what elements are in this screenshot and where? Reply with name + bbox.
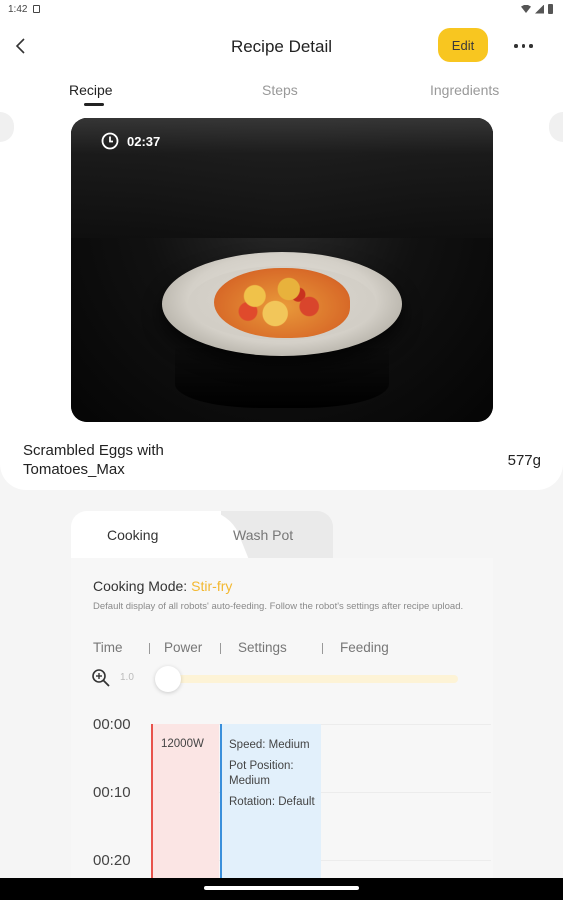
column-feeding: Feeding bbox=[340, 640, 389, 655]
tab-cooking[interactable]: Cooking bbox=[71, 511, 221, 559]
column-time: Time bbox=[93, 640, 123, 655]
active-tab-indicator bbox=[84, 103, 104, 106]
settings-segment[interactable]: Speed: Medium Pot Position: Medium Rotat… bbox=[220, 724, 321, 884]
status-time: 1:42 bbox=[8, 4, 28, 15]
timeline-label: 00:00 bbox=[93, 716, 131, 733]
recipe-weight: 577g bbox=[507, 452, 541, 469]
cooking-note: Default display of all robots' auto-feed… bbox=[93, 601, 464, 612]
status-bar: 1:42 bbox=[0, 0, 563, 20]
zoom-slider-track[interactable] bbox=[158, 675, 458, 683]
cooking-timeline: 12000W Speed: Medium Pot Position: Mediu… bbox=[71, 708, 493, 884]
zoom-slider-thumb[interactable] bbox=[155, 666, 181, 692]
mode-tabs: Wash Pot Cooking bbox=[71, 511, 333, 559]
food bbox=[214, 268, 350, 338]
pedestal bbox=[175, 348, 389, 408]
signal-icon bbox=[535, 4, 544, 14]
column-power: Power bbox=[164, 640, 203, 655]
duration-badge: 02:37 bbox=[101, 132, 160, 150]
column-headers: Time Power Settings Feeding bbox=[93, 640, 483, 658]
tab-recipe[interactable]: Recipe bbox=[69, 82, 113, 98]
setting-pot-position: Pot Position: Medium bbox=[229, 760, 294, 787]
zoom-value: 1.0 bbox=[120, 672, 134, 683]
tab-ingredients[interactable]: Ingredients bbox=[430, 82, 499, 98]
cooking-mode-value: Stir-fry bbox=[191, 578, 233, 594]
more-options-icon[interactable] bbox=[514, 44, 533, 48]
battery-icon bbox=[548, 4, 553, 14]
edit-button[interactable]: Edit bbox=[438, 28, 488, 62]
column-settings: Settings bbox=[238, 640, 287, 655]
clock-icon bbox=[101, 132, 119, 150]
app-header: Recipe Detail Edit bbox=[0, 20, 563, 72]
recipe-name: Scrambled Eggs with Tomatoes_Max bbox=[23, 442, 164, 478]
cooking-mode-row: Cooking Mode: Stir-fry bbox=[93, 578, 232, 594]
setting-speed: Speed: Medium bbox=[229, 739, 310, 751]
notification-icon bbox=[33, 5, 40, 13]
duration-text: 02:37 bbox=[127, 133, 161, 149]
power-segment[interactable]: 12000W bbox=[151, 724, 219, 884]
dish-plate bbox=[162, 252, 402, 356]
home-handle[interactable] bbox=[204, 886, 359, 890]
zoom-row: 1.0 bbox=[91, 666, 471, 692]
tab-wash-pot-label: Wash Pot bbox=[233, 527, 294, 543]
navigation-bar bbox=[0, 878, 563, 900]
cooking-panel: Cooking Mode: Stir-fry Default display of… bbox=[71, 558, 493, 884]
power-value: 12000W bbox=[161, 738, 204, 750]
setting-rotation: Rotation: Default bbox=[229, 796, 315, 808]
zoom-icon bbox=[92, 669, 110, 687]
tab-steps[interactable]: Steps bbox=[262, 82, 298, 98]
wifi-icon bbox=[521, 5, 531, 13]
timeline-label: 00:20 bbox=[93, 852, 131, 869]
tab-cooking-label: Cooking bbox=[107, 527, 159, 543]
timeline-label: 00:10 bbox=[93, 784, 131, 801]
cooking-mode-label: Cooking Mode: bbox=[93, 578, 188, 594]
recipe-image[interactable]: 02:37 bbox=[71, 118, 493, 422]
